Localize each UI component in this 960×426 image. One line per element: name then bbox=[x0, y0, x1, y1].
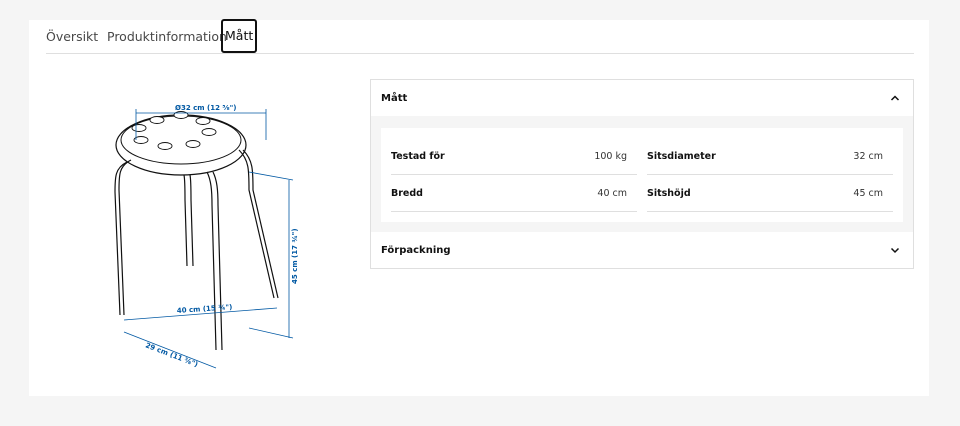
dim-diameter-label: Ø32 cm (12 ⅝") bbox=[175, 104, 236, 112]
spec-column-right: Sitsdiameter 32 cm Sitshöjd 45 cm bbox=[647, 138, 893, 212]
tab-matt[interactable]: Mått bbox=[221, 19, 258, 53]
spec-value: 45 cm bbox=[853, 187, 883, 199]
tab-produktinformation[interactable]: Produktinformation bbox=[107, 20, 227, 53]
stool-dimension-illustration: Ø32 cm (12 ⅝") 45 cm (17 ¾") 40 cm (15 ¾… bbox=[114, 104, 299, 369]
spec-table: Testad för 100 kg Bredd 40 cm Sitsdiamet… bbox=[381, 128, 903, 222]
chevron-down-icon[interactable] bbox=[889, 244, 901, 256]
dim-width-label: 40 cm (15 ¾") bbox=[177, 303, 233, 315]
spec-label: Sitsdiameter bbox=[647, 150, 716, 162]
accordion-header-packaging[interactable]: Förpackning bbox=[371, 232, 913, 268]
accordion-title-matt: Mått bbox=[381, 92, 408, 104]
spec-row: Sitshöjd 45 cm bbox=[647, 175, 893, 212]
spec-label: Sitshöjd bbox=[647, 187, 691, 199]
accordion-body-matt: Testad för 100 kg Bredd 40 cm Sitsdiamet… bbox=[371, 116, 913, 232]
spec-column-left: Testad för 100 kg Bredd 40 cm bbox=[391, 138, 637, 212]
accordion-title-packaging: Förpackning bbox=[381, 244, 451, 256]
dim-depth-label: 29 cm (11 ⅜") bbox=[144, 341, 199, 368]
spec-value: 40 cm bbox=[597, 187, 627, 199]
dimensions-card: Översikt Produktinformation Mått Ø32 cm … bbox=[29, 19, 929, 396]
tab-bar: Översikt Produktinformation Mått bbox=[46, 19, 914, 54]
spec-row: Testad för 100 kg bbox=[391, 138, 637, 175]
spec-value: 32 cm bbox=[853, 150, 883, 162]
accordion-header-matt[interactable]: Mått bbox=[371, 80, 913, 116]
spec-value: 100 kg bbox=[594, 150, 627, 162]
spec-row: Bredd 40 cm bbox=[391, 175, 637, 212]
chevron-up-icon[interactable] bbox=[889, 92, 901, 104]
specs-accordion: Mått Testad för 100 kg Bredd 40 cm Sitsd… bbox=[370, 79, 914, 269]
tab-oversikt[interactable]: Översikt bbox=[46, 20, 98, 53]
dim-height-label: 45 cm (17 ¾") bbox=[291, 228, 299, 284]
spec-row: Sitsdiameter 32 cm bbox=[647, 138, 893, 175]
spec-label: Testad för bbox=[391, 150, 445, 162]
spec-label: Bredd bbox=[391, 187, 423, 199]
